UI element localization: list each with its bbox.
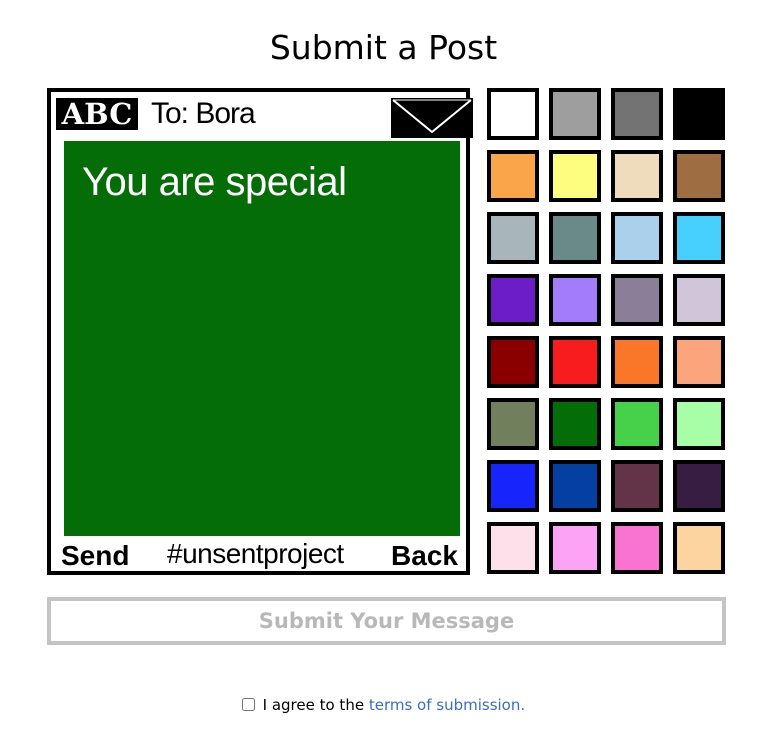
color-swatch[interactable] — [611, 522, 663, 574]
color-swatch[interactable] — [673, 88, 725, 140]
color-swatch[interactable] — [549, 336, 601, 388]
terms-agreement: I agree to the terms of submission. — [0, 694, 767, 716]
color-swatch[interactable] — [487, 212, 539, 264]
color-swatch[interactable] — [549, 460, 601, 512]
page-title: Submit a Post — [269, 28, 498, 67]
recipient-label: To: Bora — [151, 97, 256, 130]
color-swatch[interactable] — [673, 150, 725, 202]
color-swatch[interactable] — [549, 274, 601, 326]
color-swatch[interactable] — [673, 336, 725, 388]
color-swatch[interactable] — [487, 274, 539, 326]
envelope-icon — [391, 98, 473, 138]
color-swatch[interactable] — [549, 88, 601, 140]
color-swatch[interactable] — [549, 150, 601, 202]
color-swatch[interactable] — [487, 398, 539, 450]
color-swatch[interactable] — [611, 398, 663, 450]
color-swatch[interactable] — [487, 522, 539, 574]
abc-logo: ABC — [56, 98, 138, 130]
color-swatch[interactable] — [549, 522, 601, 574]
color-swatch[interactable] — [673, 522, 725, 574]
color-swatch[interactable] — [549, 212, 601, 264]
color-swatch[interactable] — [487, 150, 539, 202]
color-palette — [487, 88, 727, 576]
color-swatch[interactable] — [611, 88, 663, 140]
color-swatch[interactable] — [611, 150, 663, 202]
terms-checkbox[interactable] — [241, 698, 255, 711]
color-swatch[interactable] — [673, 274, 725, 326]
back-button[interactable]: Back — [391, 538, 458, 574]
color-swatch[interactable] — [487, 460, 539, 512]
message-text[interactable]: You are special — [82, 159, 442, 205]
phone-card: ABC To: Bora You are special Send #unsen… — [47, 88, 473, 575]
color-swatch[interactable] — [673, 460, 725, 512]
color-swatch[interactable] — [673, 212, 725, 264]
color-swatch[interactable] — [487, 88, 539, 140]
hashtag-label: #unsentproject — [167, 538, 344, 569]
color-swatch[interactable] — [487, 336, 539, 388]
terms-link[interactable]: terms of submission. — [369, 696, 525, 714]
submit-message-button[interactable]: Submit Your Message — [47, 597, 726, 645]
send-button[interactable]: Send — [61, 538, 129, 574]
message-area[interactable]: You are special — [64, 141, 460, 536]
color-swatch[interactable] — [611, 212, 663, 264]
color-swatch[interactable] — [673, 398, 725, 450]
terms-prefix: I agree to the — [262, 696, 369, 714]
color-swatch[interactable] — [549, 398, 601, 450]
color-swatch[interactable] — [611, 460, 663, 512]
color-swatch[interactable] — [611, 274, 663, 326]
color-swatch[interactable] — [611, 336, 663, 388]
